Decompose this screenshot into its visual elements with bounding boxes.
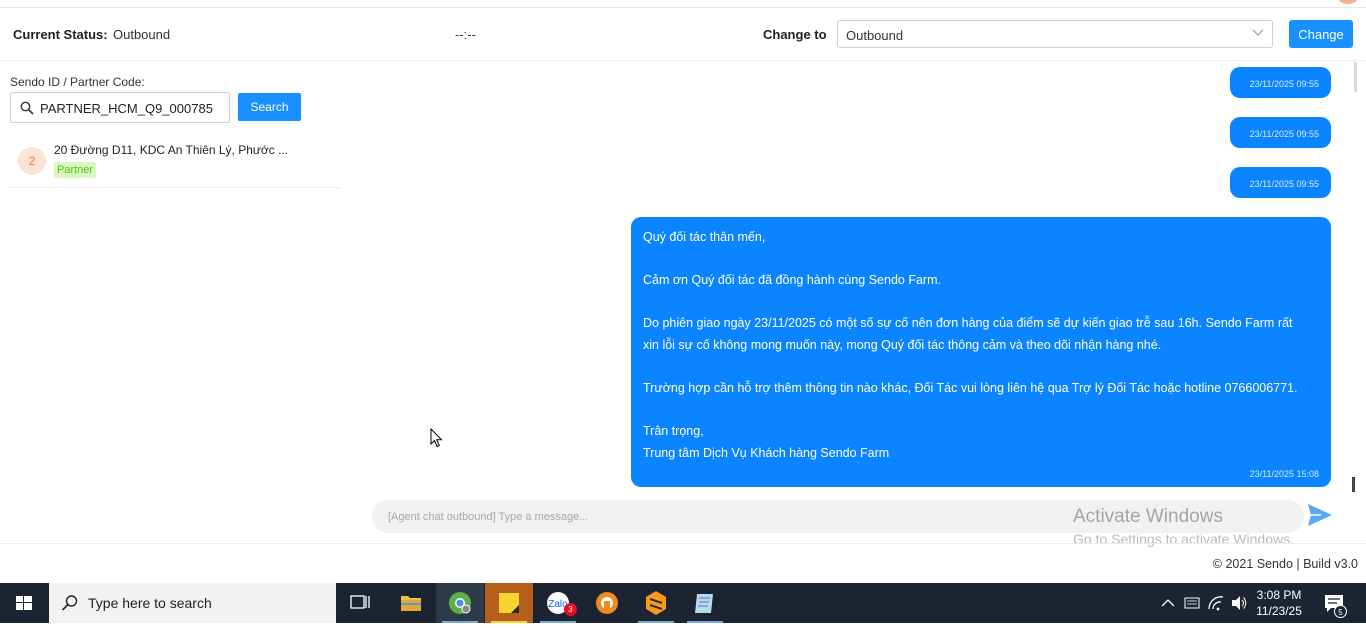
message-line: Trung tâm Dịch Vụ Khách hàng Sendo Farm — [643, 445, 890, 460]
zalo-notification-badge: 3 — [564, 603, 577, 616]
mouse-cursor-icon — [430, 428, 443, 448]
message-line: xin lỗi sự cố không mong muốn này, mong … — [643, 337, 1162, 352]
sticky-notes-icon — [499, 593, 519, 613]
send-icon[interactable] — [1306, 502, 1334, 528]
message-line: Quý đối tác thân mến, — [643, 230, 766, 244]
message-bubble: 23/11/2025 09:55 — [1230, 117, 1331, 148]
task-view-icon — [350, 595, 370, 609]
notification-count-badge: 5 — [1334, 605, 1347, 618]
current-status-value: Outbound — [113, 27, 171, 42]
message-bubble-main: Quý đối tác thân mến, Cảm ơn Quý đối tác… — [631, 217, 1331, 487]
vpn-icon — [596, 592, 618, 614]
message-line: Do phiên giao ngày 23/11/2025 có một số … — [643, 316, 1293, 331]
message-timestamp: 23/11/2025 09:55 — [1249, 129, 1319, 139]
clock-date: 11/23/25 — [1256, 604, 1302, 618]
chevron-down-icon — [1252, 29, 1264, 36]
taskbar-chrome[interactable] — [436, 583, 484, 623]
user-avatar[interactable] — [1338, 0, 1358, 4]
taskbar-notepad[interactable] — [681, 583, 729, 623]
volume-icon[interactable] — [1229, 583, 1249, 623]
list-item[interactable]: 2 20 Đường D11, KDC An Thiên Lý, Phước .… — [10, 134, 341, 188]
sublime-text-icon — [646, 591, 666, 615]
taskbar-sublime[interactable] — [632, 583, 680, 623]
search-button[interactable]: Search — [238, 93, 301, 121]
message-line: Cảm ơn Quý đối tác đã đồng hành cùng Sen… — [643, 273, 941, 288]
status-select-value: Outbound — [846, 28, 904, 43]
partner-tag: Partner — [54, 162, 97, 178]
footer-text: © 2021 Sendo | Build v3.0 — [1212, 557, 1358, 571]
status-select[interactable]: Outbound — [837, 20, 1273, 48]
footer-divider — [0, 543, 1366, 544]
windows-taskbar: Type here to search Zalo 3 3:08 PM 11/23… — [0, 583, 1366, 623]
taskbar-vpn-app[interactable] — [583, 583, 631, 623]
current-status-label: Current Status: — [13, 27, 108, 42]
message-bubble: 23/11/2025 09:55 — [1230, 167, 1331, 198]
scrollbar-track-top[interactable] — [1354, 62, 1357, 92]
notepad-icon — [695, 594, 713, 613]
search-icon — [20, 101, 34, 115]
taskbar-zalo[interactable]: Zalo 3 — [534, 583, 582, 623]
result-number: 2 — [18, 147, 46, 175]
wifi-icon[interactable] — [1206, 583, 1226, 623]
keyboard-icon[interactable] — [1182, 583, 1202, 623]
partner-search-panel: Sendo ID / Partner Code: Search 2 20 Đườ… — [0, 62, 350, 542]
start-button[interactable] — [0, 583, 48, 623]
activate-windows-title: Activate Windows — [1073, 506, 1223, 527]
message-input[interactable] — [388, 508, 1038, 526]
search-icon — [61, 595, 78, 611]
change-to-label: Change to — [763, 27, 827, 42]
change-button[interactable]: Change — [1289, 20, 1353, 48]
folder-icon — [401, 596, 421, 611]
message-line: Trường hợp cần hỗ trợ thêm thông tin nào… — [643, 381, 1298, 396]
call-timer: --:-- — [455, 27, 476, 42]
message-timestamp: 23/11/2025 15:08 — [1249, 469, 1319, 479]
top-edge — [0, 0, 1366, 8]
zalo-icon: Zalo — [547, 592, 569, 614]
taskbar-file-explorer[interactable] — [387, 583, 435, 623]
scrollbar-thumb[interactable] — [1352, 477, 1355, 492]
status-bar: Current Status: Outbound --:-- Change to… — [0, 8, 1366, 61]
task-view-button[interactable] — [336, 583, 384, 623]
chat-area: 23/11/2025 09:55 23/11/2025 09:55 23/11/… — [350, 62, 1366, 502]
search-field[interactable] — [10, 92, 230, 123]
message-timestamp: 23/11/2025 09:55 — [1249, 179, 1319, 189]
taskbar-sticky-notes[interactable] — [485, 583, 533, 623]
taskbar-search-box[interactable]: Type here to search — [49, 583, 336, 623]
windows-logo-icon — [16, 596, 32, 610]
search-input[interactable] — [40, 98, 226, 118]
taskbar-clock[interactable]: 3:08 PM 11/23/25 — [1254, 587, 1304, 619]
message-bubble: 23/11/2025 09:55 — [1230, 67, 1331, 98]
activate-windows-subtitle: Go to Settings to activate Windows. — [1073, 531, 1294, 547]
result-address: 20 Đường D11, KDC An Thiên Lý, Phước ... — [54, 143, 289, 157]
search-label: Sendo ID / Partner Code: — [10, 75, 145, 89]
chrome-icon — [449, 592, 471, 614]
clock-time: 3:08 PM — [1256, 588, 1302, 602]
chevron-up-icon[interactable] — [1158, 583, 1178, 623]
taskbar-search-placeholder: Type here to search — [88, 595, 212, 611]
message-line: Trân trọng, — [643, 424, 704, 439]
message-timestamp: 23/11/2025 09:55 — [1249, 79, 1319, 89]
